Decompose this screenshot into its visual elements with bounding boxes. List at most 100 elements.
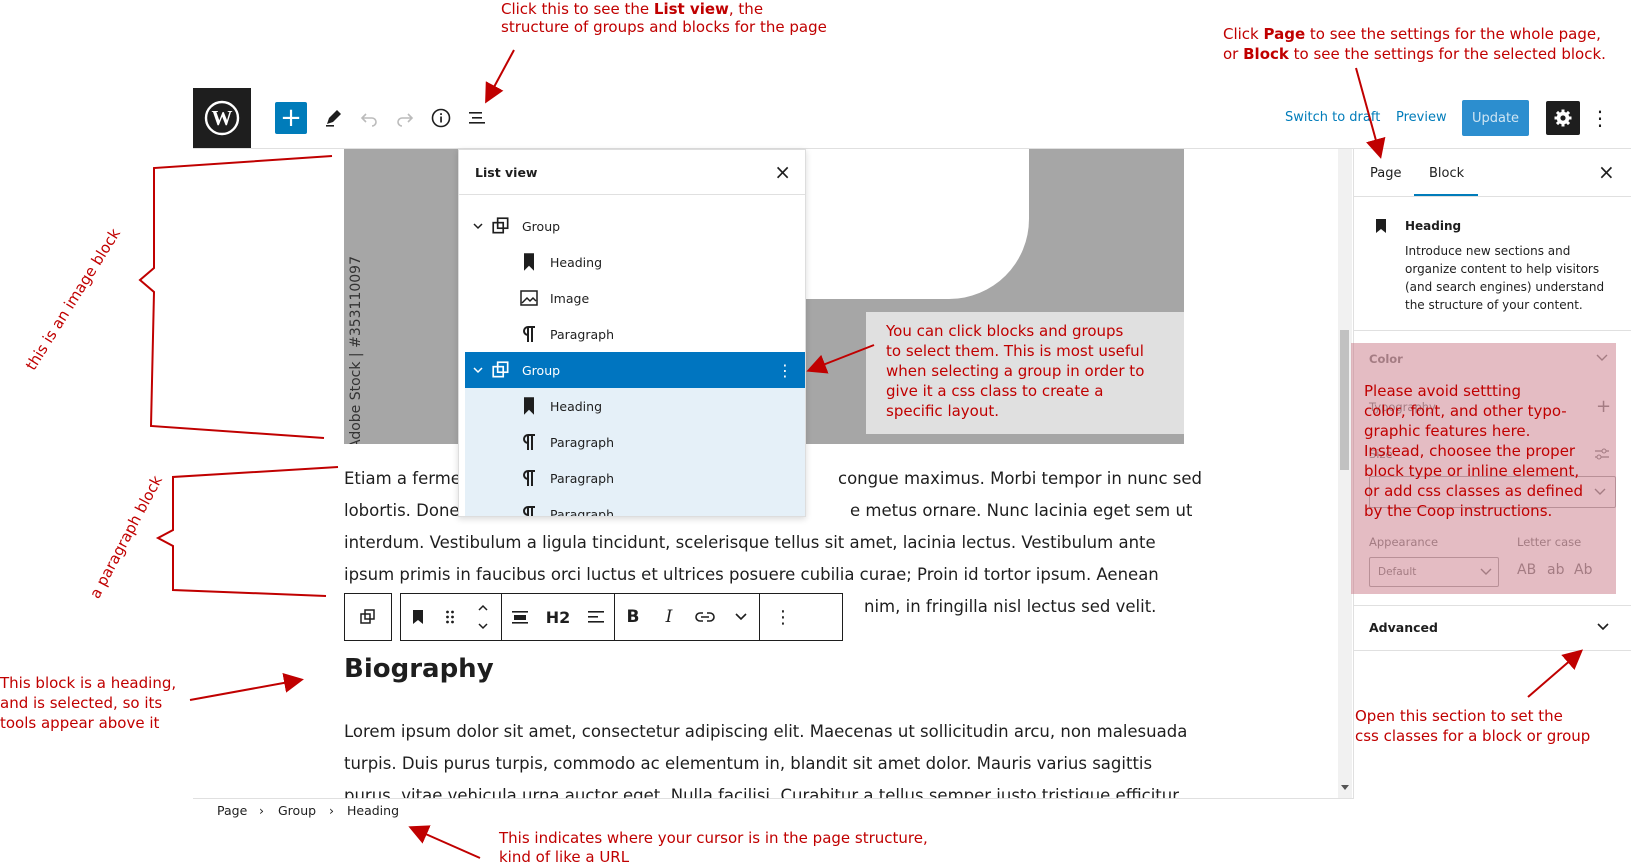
- avoid-styling-annotation: block type or inline element,: [1364, 462, 1580, 480]
- drag-handle-icon: [446, 610, 454, 624]
- chevron-down-icon[interactable]: [1597, 623, 1609, 631]
- scroll-down-arrow-icon[interactable]: [1340, 784, 1350, 792]
- paragraph-line[interactable]: lobortis. Done: [344, 495, 460, 527]
- drag-handle[interactable]: [435, 594, 465, 640]
- close-icon[interactable]: ×: [774, 160, 791, 184]
- undo-icon: [360, 113, 377, 127]
- select-parent-button[interactable]: [345, 594, 391, 640]
- wordpress-icon: W: [204, 100, 240, 136]
- paragraph-line[interactable]: Etiam a ferme: [344, 463, 461, 495]
- avoid-styling-annotation: color, font, and other typo-: [1364, 402, 1567, 420]
- block-card-description: Introduce new sections and: [1405, 244, 1571, 258]
- bold-icon: B: [626, 607, 640, 627]
- heading-icon: [524, 253, 534, 271]
- list-view-row-label: Paragraph: [550, 434, 615, 450]
- chevron-up-down-icon: [478, 604, 488, 630]
- paragraph-icon: [523, 434, 535, 450]
- avoid-styling-annotation: Please avoid settting: [1364, 382, 1522, 400]
- settings-button[interactable]: [1546, 101, 1580, 135]
- avoid-styling-annotation: or add css classes as defined: [1364, 482, 1584, 500]
- align-wide-icon: [512, 611, 528, 624]
- more-vertical-icon: ⋮: [774, 606, 792, 628]
- stock-watermark-text: Adobe Stock | #353110097: [348, 256, 364, 444]
- list-view-row-paragraph[interactable]: Paragraph: [465, 496, 805, 516]
- list-view-annotation: Click this to see the List view, the: [501, 0, 764, 18]
- close-icon[interactable]: ×: [1598, 160, 1615, 184]
- paragraph-block-bracket: [155, 466, 339, 597]
- block-card-title: Heading: [1405, 219, 1462, 233]
- paragraph-line[interactable]: congue maximus. Morbi tempor in nunc sed: [838, 463, 1202, 495]
- paragraph-line[interactable]: purus, vitae vehicula urna auctor eget. …: [344, 780, 1184, 798]
- avoid-styling-annotation: by the Coop instructions.: [1364, 502, 1553, 520]
- breadcrumb-separator: ›: [259, 803, 264, 818]
- paragraph-icon: [523, 470, 535, 486]
- paragraph-line[interactable]: nim, in fringilla nisl lectus sed velit.: [864, 591, 1156, 623]
- bold-button[interactable]: B: [615, 594, 651, 640]
- list-view-row-group-selected[interactable]: Group ⋮: [465, 352, 805, 388]
- list-view-row-label: Group: [522, 362, 561, 378]
- paragraph-line[interactable]: e metus ornare. Nunc lacinia eget sem ut: [850, 495, 1192, 527]
- chevron-down-icon[interactable]: [473, 366, 483, 374]
- editor-scrollbar[interactable]: [1338, 149, 1352, 799]
- list-view-icon: [469, 112, 485, 124]
- pencil-icon: [326, 110, 341, 127]
- list-view-row-paragraph[interactable]: Paragraph: [465, 460, 805, 496]
- paragraph-line[interactable]: turpis. Duis purus turpis, commodo ac el…: [344, 748, 1152, 780]
- heading-icon: [413, 610, 423, 624]
- wordpress-logo[interactable]: W: [193, 88, 251, 148]
- editor-scrollbar-thumb[interactable]: [1340, 330, 1349, 470]
- text-align-button[interactable]: [578, 594, 614, 640]
- list-view-row-group[interactable]: Group: [465, 208, 805, 244]
- list-view-arrow: [485, 49, 515, 104]
- list-view-row-paragraph[interactable]: Paragraph: [465, 424, 805, 460]
- breadcrumb-arrow: [408, 825, 481, 859]
- preview-button[interactable]: Preview: [1396, 110, 1447, 125]
- breadcrumb-page[interactable]: Page: [217, 803, 247, 818]
- more-vertical-icon[interactable]: ⋮: [777, 361, 793, 380]
- add-block-button[interactable]: +: [275, 102, 307, 134]
- redo-button[interactable]: [389, 102, 421, 134]
- details-button[interactable]: [425, 102, 457, 134]
- selected-heading-block[interactable]: Biography: [344, 654, 494, 684]
- heading-annotation: This block is a heading,: [0, 674, 177, 692]
- list-view-row-label: Paragraph: [550, 470, 615, 486]
- list-view-button[interactable]: [461, 102, 493, 134]
- paragraph-line[interactable]: Lorem ipsum dolor sit amet, consectetur …: [344, 716, 1187, 748]
- chevron-down-icon[interactable]: [473, 222, 483, 230]
- align-button[interactable]: [502, 594, 538, 640]
- footer-divider: [193, 798, 1353, 799]
- switch-to-draft-button[interactable]: Switch to draft: [1285, 110, 1380, 125]
- move-up-down-buttons[interactable]: [465, 594, 501, 640]
- list-view-row-heading[interactable]: Heading: [465, 388, 805, 424]
- undo-button[interactable]: [353, 102, 385, 134]
- options-button[interactable]: ⋮: [1584, 102, 1616, 134]
- more-rich-text-button[interactable]: [723, 594, 759, 640]
- tab-page[interactable]: Page: [1370, 166, 1401, 181]
- list-view-row-image[interactable]: Image: [465, 280, 805, 316]
- block-type-button[interactable]: [401, 594, 435, 640]
- sidebar-divider: [1353, 605, 1631, 606]
- advanced-annotation: Open this section to set the: [1355, 707, 1563, 725]
- breadcrumb-heading[interactable]: Heading: [347, 803, 399, 818]
- list-view-row-paragraph[interactable]: Paragraph: [465, 316, 805, 352]
- avoid-styling-annotation: Instead, choosee the proper: [1364, 442, 1576, 460]
- update-button[interactable]: Update: [1462, 100, 1529, 136]
- link-button[interactable]: [687, 594, 723, 640]
- paragraph-line[interactable]: ipsum primis in faucibus orci luctus et …: [344, 559, 1159, 591]
- heading-level-button[interactable]: H2: [538, 594, 578, 640]
- image-white-shape: [799, 149, 1029, 299]
- list-view-row-heading[interactable]: Heading: [465, 244, 805, 280]
- advanced-panel-title[interactable]: Advanced: [1369, 619, 1438, 637]
- gear-icon: [1554, 109, 1572, 127]
- paragraph-line[interactable]: interdum. Vestibulum a ligula tincidunt,…: [344, 527, 1156, 559]
- tools-button[interactable]: [317, 102, 349, 134]
- breadcrumb-group[interactable]: Group: [278, 803, 316, 818]
- list-view-row-label: Paragraph: [550, 326, 615, 342]
- italic-button[interactable]: I: [651, 594, 687, 640]
- tab-block[interactable]: Block: [1429, 166, 1464, 181]
- list-view-annotation-line2: structure of groups and blocks for the p…: [501, 18, 827, 36]
- block-card-description: the structure of your content.: [1405, 298, 1583, 312]
- block-options-button[interactable]: ⋮: [760, 594, 806, 640]
- list-view-row-label: Heading: [550, 254, 603, 270]
- more-vertical-icon: ⋮: [1590, 106, 1610, 130]
